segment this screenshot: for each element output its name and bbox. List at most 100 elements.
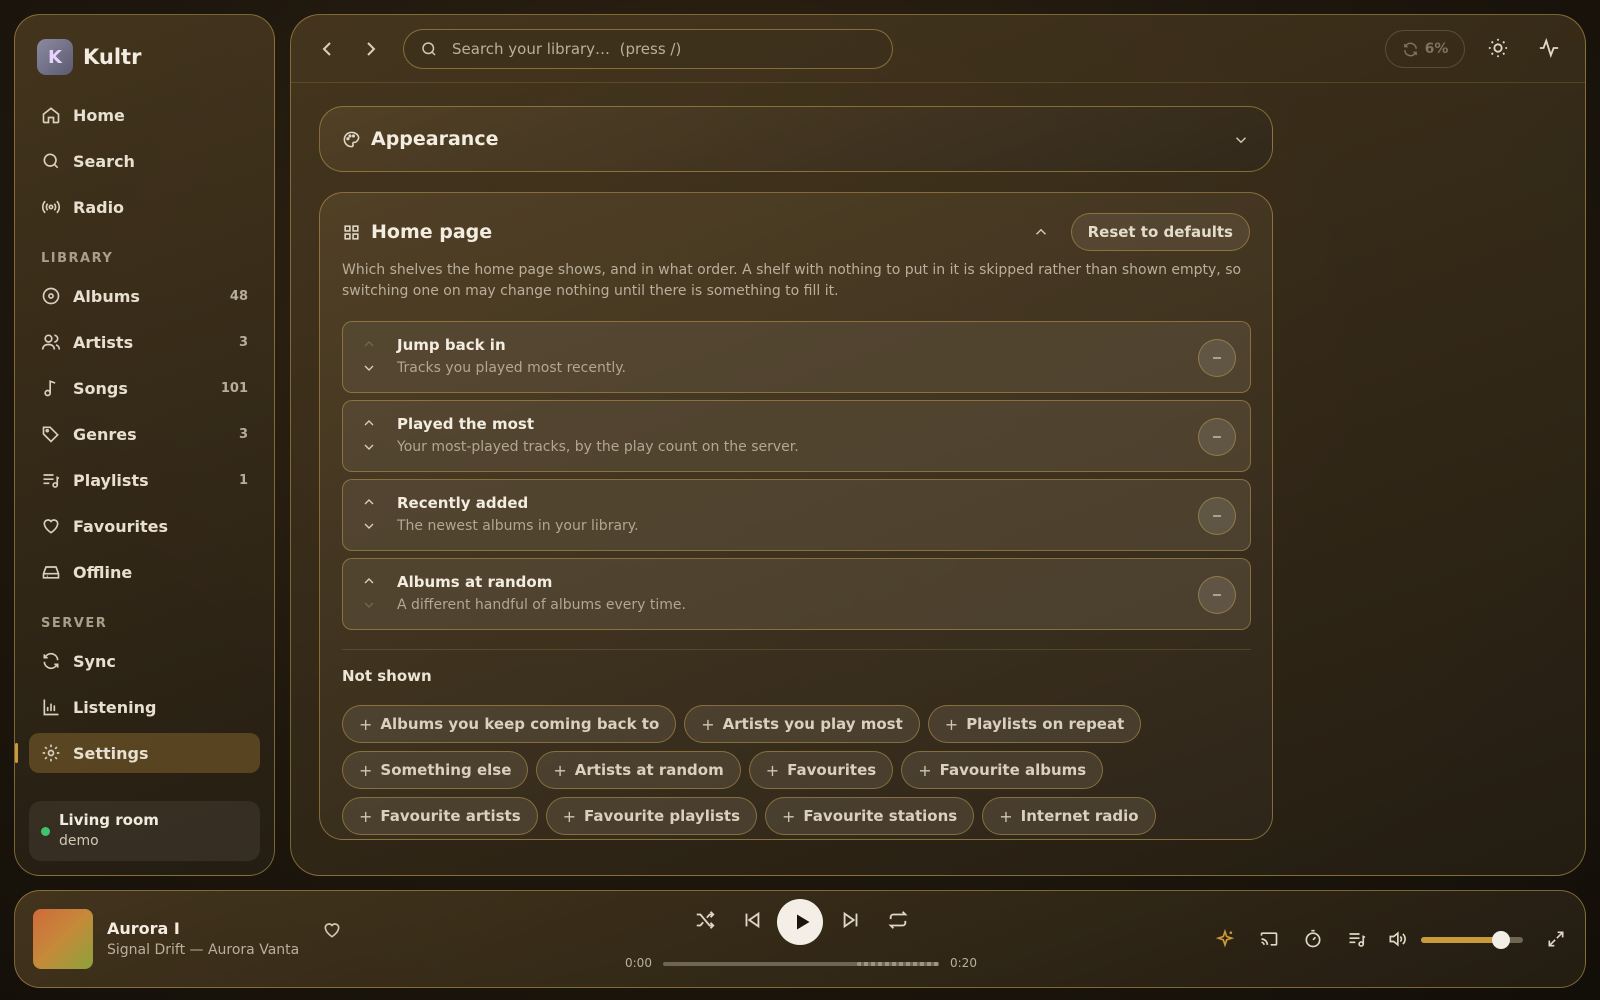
repeat-icon[interactable] [887, 909, 909, 931]
sidebar-item-offline[interactable]: Offline [29, 552, 260, 592]
sidebar-item-albums[interactable]: Albums 48 [29, 276, 260, 316]
theme-toggle-sun-icon[interactable] [1487, 37, 1509, 59]
chip-label: Favourite artists [380, 807, 521, 825]
shelf-row-albums-at-random[interactable]: Albums at random A different handful of … [342, 558, 1251, 630]
shelf-row-played-the-most[interactable]: Played the most Your most-played tracks,… [342, 400, 1251, 472]
forward-button[interactable] [359, 37, 383, 61]
add-shelf-chip[interactable]: + Artists you play most [684, 705, 920, 743]
brand[interactable]: K Kultr [29, 33, 260, 77]
next-track-icon[interactable] [840, 909, 862, 931]
top-bar: 6% [291, 15, 1585, 83]
progress-bar[interactable] [663, 962, 939, 966]
add-shelf-chip[interactable]: + Favourite playlists [545, 797, 758, 835]
home-page-header: Home page [342, 221, 492, 243]
play-button[interactable] [777, 899, 823, 945]
remove-shelf-button[interactable] [1198, 576, 1236, 614]
chevron-up-icon[interactable] [1032, 223, 1050, 241]
move-up-icon[interactable] [361, 494, 377, 510]
minus-icon [1209, 429, 1225, 445]
device-selector[interactable]: Living room demo [29, 801, 260, 861]
shelf-row-jump-back-in[interactable]: Jump back in Tracks you played most rece… [342, 321, 1251, 393]
sidebar-item-playlists[interactable]: Playlists 1 [29, 460, 260, 500]
sidebar-item-home[interactable]: Home [29, 95, 260, 135]
add-shelf-chip[interactable]: + Internet radio [982, 797, 1156, 835]
chip-label: Albums you keep coming back to [380, 715, 660, 733]
move-down-icon[interactable] [361, 439, 377, 455]
tag-icon [41, 424, 61, 444]
buffered-segment [857, 962, 939, 966]
drive-icon [41, 562, 61, 582]
add-shelf-chip[interactable]: + Artists at random [536, 751, 741, 789]
back-button[interactable] [315, 37, 339, 61]
album-art[interactable] [33, 909, 93, 969]
sidebar-item-favourites[interactable]: Favourites [29, 506, 260, 546]
move-down-icon[interactable] [361, 597, 377, 613]
grid-icon [342, 223, 361, 242]
duration-time: 0:20 [950, 956, 977, 970]
queue-icon[interactable] [1347, 929, 1367, 949]
home-page-panel: Home page Reset to defaults Which shelve… [319, 192, 1273, 840]
reset-to-defaults-button[interactable]: Reset to defaults [1070, 213, 1250, 251]
sidebar-item-artists[interactable]: Artists 3 [29, 322, 260, 362]
move-up-icon[interactable] [361, 573, 377, 589]
track-subtitle[interactable]: Signal Drift — Aurora Vanta [107, 942, 299, 958]
remove-shelf-button[interactable] [1198, 339, 1236, 377]
sync-progress[interactable]: 6% [1385, 30, 1465, 68]
sidebar-item-sync[interactable]: Sync [29, 641, 260, 681]
minus-icon [1209, 508, 1225, 524]
count-badge: 3 [238, 334, 248, 350]
volume-icon[interactable] [1387, 929, 1407, 949]
sidebar-item-radio[interactable]: Radio [29, 187, 260, 227]
chip-label: Favourite stations [803, 807, 958, 825]
sidebar-item-songs[interactable]: Songs 101 [29, 368, 260, 408]
chevron-down-icon[interactable] [1232, 131, 1250, 149]
track-title[interactable]: Aurora I [107, 919, 180, 938]
search-box[interactable] [403, 29, 893, 69]
sparkle-icon[interactable] [1215, 929, 1235, 949]
plus-icon: + [765, 760, 780, 780]
sidebar-item-label: Home [73, 105, 125, 125]
add-shelf-chip[interactable]: + Playlists on repeat [927, 705, 1142, 743]
volume-handle[interactable] [1491, 931, 1510, 949]
shelf-subtitle: The newest albums in your library. [397, 518, 639, 534]
favourite-heart-icon[interactable] [322, 920, 342, 940]
sidebar-item-listening[interactable]: Listening [29, 687, 260, 727]
add-shelf-chip[interactable]: + Albums you keep coming back to [342, 705, 677, 743]
cast-icon[interactable] [1259, 929, 1279, 949]
search-input[interactable] [452, 40, 852, 58]
chip-label: Artists you play most [722, 715, 903, 733]
device-user: demo [59, 833, 99, 849]
add-shelf-chip[interactable]: + Favourite artists [342, 797, 538, 835]
bar-chart-icon [41, 697, 61, 717]
sidebar-item-label: Offline [73, 562, 133, 582]
move-up-icon[interactable] [361, 336, 377, 352]
sync-percent: 6% [1424, 41, 1449, 57]
sidebar-item-settings[interactable]: Settings [15, 733, 260, 773]
move-down-icon[interactable] [361, 518, 377, 534]
move-up-icon[interactable] [361, 415, 377, 431]
move-down-icon[interactable] [361, 360, 377, 376]
app-logo: K [37, 39, 73, 75]
previous-track-icon[interactable] [741, 909, 763, 931]
volume-slider[interactable] [1421, 931, 1523, 949]
home-page-title: Home page [371, 221, 493, 243]
chip-label: Favourites [787, 761, 877, 779]
sidebar-item-search[interactable]: Search [29, 141, 260, 181]
shelf-row-recently-added[interactable]: Recently added The newest albums in your… [342, 479, 1251, 551]
sidebar-item-genres[interactable]: Genres 3 [29, 414, 260, 454]
appearance-panel[interactable]: Appearance [319, 106, 1273, 172]
shuffle-icon[interactable] [694, 909, 716, 931]
expand-icon[interactable] [1546, 929, 1566, 949]
add-shelf-chip[interactable]: + Favourites [748, 751, 894, 789]
activity-pulse-icon[interactable] [1538, 37, 1560, 59]
play-icon [792, 912, 812, 932]
add-shelf-chip[interactable]: + Something else [342, 751, 529, 789]
add-shelf-chip[interactable]: + Favourite stations [765, 797, 975, 835]
remove-shelf-button[interactable] [1198, 497, 1236, 535]
add-shelf-chip[interactable]: + Favourite albums [901, 751, 1104, 789]
plus-icon: + [359, 714, 373, 734]
sleep-timer-icon[interactable] [1303, 929, 1323, 949]
remove-shelf-button[interactable] [1198, 418, 1236, 456]
app-name: Kultr [83, 45, 142, 69]
plus-icon: + [359, 760, 373, 780]
